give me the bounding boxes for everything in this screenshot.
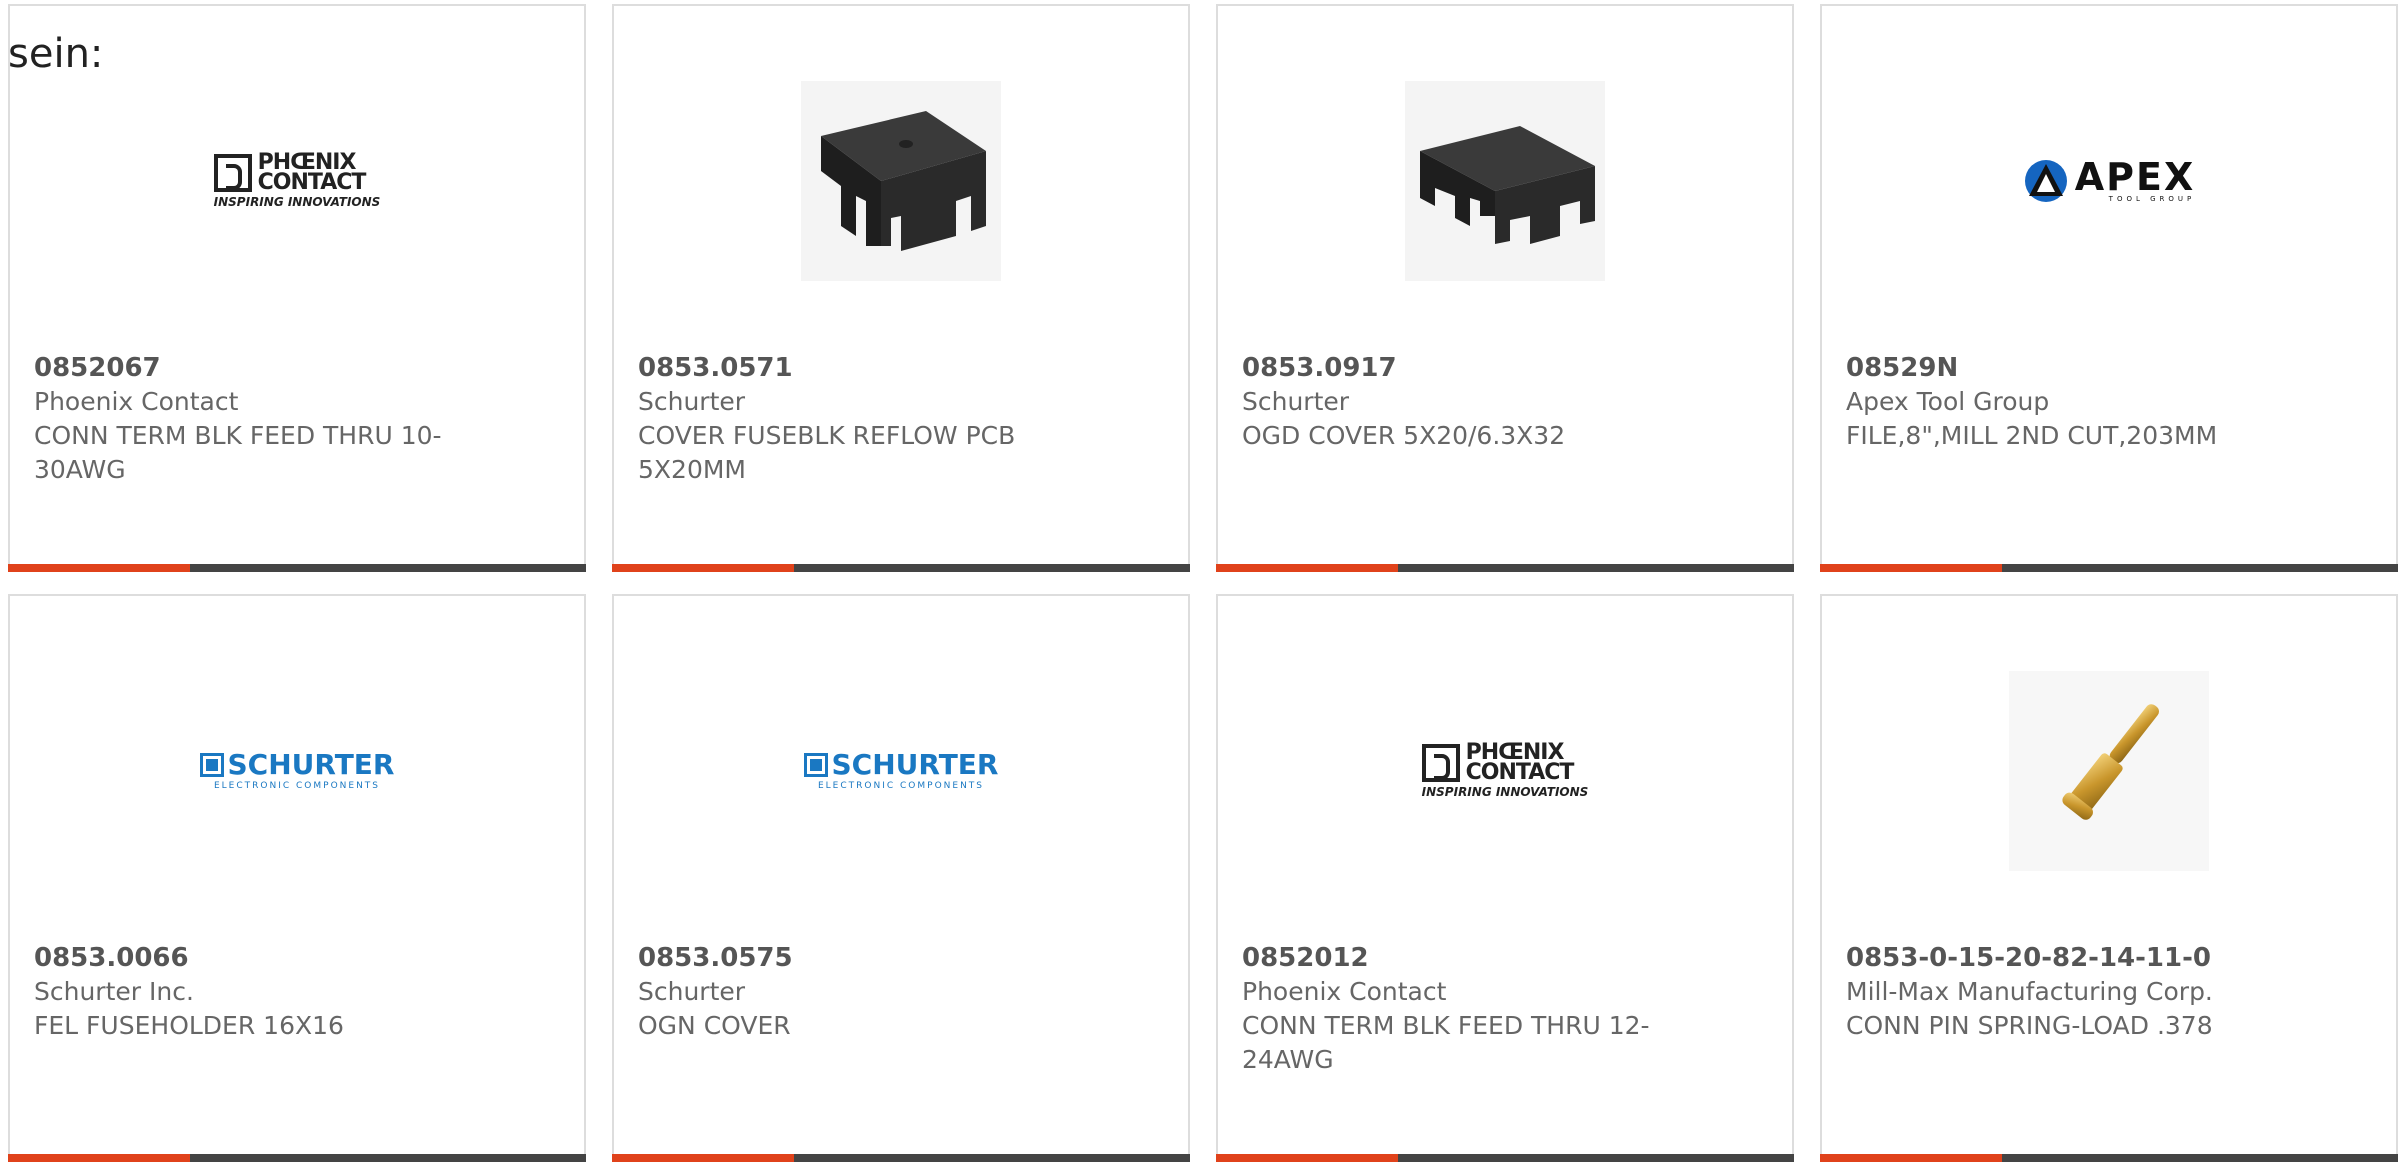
- product-image[interactable]: SCHURTER ELECTRONIC COMPONENTS: [614, 656, 1188, 886]
- product-image[interactable]: PHŒNIX CONTACT INSPIRING INNOVATIONS: [10, 66, 584, 296]
- part-number[interactable]: 08529N: [1846, 351, 2286, 385]
- schurter-logo: SCHURTER ELECTRONIC COMPONENTS: [199, 751, 394, 791]
- part-number[interactable]: 0853.0571: [638, 351, 1078, 385]
- card-bottom-bar: [612, 564, 1190, 572]
- description: OGN COVER: [638, 1011, 791, 1040]
- description: CONN PIN SPRING-LOAD .378: [1846, 1011, 2213, 1040]
- phoenix-contact-logo: PHŒNIX CONTACT INSPIRING INNOVATIONS: [1421, 740, 1589, 799]
- description: FILE,8",MILL 2ND CUT,203MM: [1846, 421, 2218, 450]
- card-bottom-bar: [8, 564, 586, 572]
- description: COVER FUSEBLK REFLOW PCB 5X20MM: [638, 421, 1016, 484]
- manufacturer: Schurter: [638, 387, 746, 416]
- product-card[interactable]: PHŒNIX CONTACT INSPIRING INNOVATIONS 085…: [1216, 594, 1794, 1162]
- product-image[interactable]: APEX TOOL GROUP: [1822, 66, 2396, 296]
- fuse-cover-photo-2: [1405, 81, 1605, 281]
- manufacturer: Phoenix Contact: [34, 387, 239, 416]
- product-card[interactable]: 0853-0-15-20-82-14-11-0 Mill-Max Manufac…: [1820, 594, 2398, 1162]
- card-accent-bar: [8, 564, 190, 572]
- part-number[interactable]: 0852012: [1242, 941, 1682, 975]
- product-image[interactable]: PHŒNIX CONTACT INSPIRING INNOVATIONS: [1218, 656, 1792, 886]
- product-image[interactable]: [614, 66, 1188, 296]
- product-card[interactable]: 0853.0917 Schurter OGD COVER 5X20/6.3X32: [1216, 4, 1794, 572]
- manufacturer: Schurter Inc.: [34, 977, 194, 1006]
- manufacturer: Schurter: [638, 977, 746, 1006]
- product-card[interactable]: PHŒNIX CONTACT INSPIRING INNOVATIONS 085…: [8, 4, 586, 572]
- part-number[interactable]: 0853-0-15-20-82-14-11-0: [1846, 941, 2286, 975]
- product-image[interactable]: SCHURTER ELECTRONIC COMPONENTS: [10, 656, 584, 886]
- apex-globe-icon: [2024, 160, 2067, 202]
- apex-logo: APEX TOOL GROUP: [2023, 158, 2196, 204]
- description: FEL FUSEHOLDER 16X16: [34, 1011, 344, 1040]
- card-accent-bar: [1820, 564, 2002, 572]
- card-accent-bar: [1216, 564, 1398, 572]
- schurter-logo: SCHURTER ELECTRONIC COMPONENTS: [803, 751, 998, 791]
- fuse-cover-photo: [801, 81, 1001, 281]
- section-heading: sein:: [8, 31, 104, 77]
- part-number[interactable]: 0853.0066: [34, 941, 474, 975]
- product-image[interactable]: [1822, 656, 2396, 886]
- product-card[interactable]: SCHURTER ELECTRONIC COMPONENTS 0853.0575…: [612, 594, 1190, 1162]
- description: CONN TERM BLK FEED THRU 10-30AWG: [34, 421, 442, 484]
- manufacturer: Apex Tool Group: [1846, 387, 2050, 416]
- manufacturer: Schurter: [1242, 387, 1350, 416]
- product-grid: PHŒNIX CONTACT INSPIRING INNOVATIONS 085…: [0, 0, 2400, 1162]
- card-accent-bar: [612, 564, 794, 572]
- card-bottom-bar: [1820, 564, 2398, 572]
- manufacturer: Mill-Max Manufacturing Corp.: [1846, 977, 2213, 1006]
- description: OGD COVER 5X20/6.3X32: [1242, 421, 1566, 450]
- part-number[interactable]: 0852067: [34, 351, 474, 385]
- part-number[interactable]: 0853.0575: [638, 941, 1078, 975]
- phoenix-contact-logo: PHŒNIX CONTACT INSPIRING INNOVATIONS: [213, 150, 381, 209]
- manufacturer: Phoenix Contact: [1242, 977, 1447, 1006]
- product-image[interactable]: [1218, 66, 1792, 296]
- card-bottom-bar: [1216, 564, 1794, 572]
- spring-pin-photo: [2009, 671, 2209, 871]
- description: CONN TERM BLK FEED THRU 12-24AWG: [1242, 1011, 1650, 1074]
- part-number[interactable]: 0853.0917: [1242, 351, 1682, 385]
- product-card[interactable]: APEX TOOL GROUP 08529N Apex Tool Group F…: [1820, 4, 2398, 572]
- product-card[interactable]: 0853.0571 Schurter COVER FUSEBLK REFLOW …: [612, 4, 1190, 572]
- product-card[interactable]: SCHURTER ELECTRONIC COMPONENTS 0853.0066…: [8, 594, 586, 1162]
